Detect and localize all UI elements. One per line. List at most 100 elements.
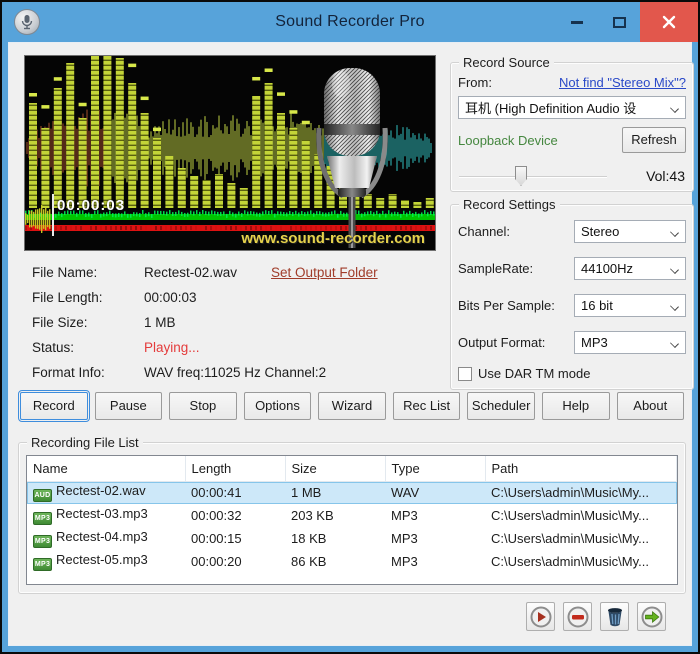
- export-file-button[interactable]: [637, 602, 666, 631]
- cell-name: Rectest-02.wav: [56, 483, 146, 498]
- stop-file-button[interactable]: [563, 602, 592, 631]
- samplerate-select[interactable]: 44100Hz: [574, 257, 686, 280]
- chevron-down-icon: [670, 228, 679, 237]
- samplerate-value: 44100Hz: [581, 261, 633, 276]
- table-row[interactable]: AUD Rectest-02.wav 00:00:41 1 MB WAV C:\U…: [27, 481, 677, 504]
- cell-path: C:\Users\admin\Music\My...: [485, 504, 677, 527]
- from-label: From:: [458, 75, 492, 90]
- help-button[interactable]: Help: [542, 392, 610, 420]
- close-button[interactable]: [640, 2, 698, 42]
- cell-type: MP3: [385, 504, 485, 527]
- use-dar-tm-checkbox[interactable]: [458, 367, 472, 381]
- file-name-label: File Name:: [32, 265, 144, 280]
- refresh-button[interactable]: Refresh: [622, 127, 686, 153]
- file-size-label: File Size:: [32, 315, 144, 330]
- table-row[interactable]: MP3Rectest-03.mp3 00:00:32 203 KB MP3 C:…: [27, 504, 677, 527]
- record-source-title: Record Source: [459, 55, 554, 70]
- scheduler-button[interactable]: Scheduler: [467, 392, 535, 420]
- cell-name: Rectest-05.mp3: [56, 552, 148, 567]
- file-size-value: 1 MB: [144, 315, 176, 330]
- cell-size: 18 KB: [285, 527, 385, 550]
- app-window: Sound Recorder Pro: [0, 0, 700, 654]
- cell-size: 1 MB: [285, 481, 385, 504]
- column-header-type[interactable]: Type: [385, 456, 485, 481]
- chevron-down-icon: [670, 104, 679, 113]
- record-button[interactable]: Record: [20, 392, 88, 420]
- cell-type: WAV: [385, 481, 485, 504]
- audio-file-icon: MP3: [33, 558, 52, 571]
- audio-file-icon: AUD: [33, 489, 52, 502]
- file-length-label: File Length:: [32, 290, 144, 305]
- file-info-panel: File Name: Rectest-02.wav Set Output Fol…: [32, 260, 436, 385]
- output-format-select[interactable]: MP3: [574, 331, 686, 354]
- column-header-size[interactable]: Size: [285, 456, 385, 481]
- channel-value: Stereo: [581, 224, 619, 239]
- cell-size: 86 KB: [285, 550, 385, 573]
- toolbar: Record Pause Stop Options Wizard Rec Lis…: [20, 392, 684, 420]
- export-arrow-icon: [641, 606, 663, 628]
- audio-file-icon: MP3: [33, 535, 52, 548]
- chevron-down-icon: [670, 339, 679, 348]
- output-format-label: Output Format:: [458, 335, 545, 350]
- delete-file-button[interactable]: [600, 602, 629, 631]
- recording-file-list-group: Recording File List Name Length Size Typ…: [18, 442, 686, 594]
- status-value: Playing...: [144, 340, 200, 355]
- volume-slider-thumb[interactable]: [515, 166, 527, 186]
- cell-length: 00:00:20: [185, 550, 285, 573]
- status-label: Status:: [32, 340, 144, 355]
- table-row[interactable]: MP3 Rectest-05.mp3 00:00:20 86 KB MP3 C:\…: [27, 550, 677, 573]
- bits-per-sample-select[interactable]: 16 bit: [574, 294, 686, 317]
- table-row[interactable]: MP3Rectest-04.mp3 00:00:15 18 KB MP3 C:\…: [27, 527, 677, 550]
- channel-label: Channel:: [458, 224, 510, 239]
- use-dar-tm-label: Use DAR TM mode: [478, 366, 590, 381]
- file-length-value: 00:00:03: [144, 290, 197, 305]
- elapsed-time: 00:00:03: [57, 197, 125, 214]
- column-header-path[interactable]: Path: [485, 456, 677, 481]
- channel-select[interactable]: Stereo: [574, 220, 686, 243]
- samplerate-label: SampleRate:: [458, 261, 533, 276]
- cell-length: 00:00:32: [185, 504, 285, 527]
- playback-icon-bar: [526, 602, 666, 631]
- rec-list-button[interactable]: Rec List: [393, 392, 461, 420]
- close-icon: [662, 15, 676, 29]
- recording-file-list-title: Recording File List: [27, 435, 143, 450]
- volume-value: Vol:43: [646, 168, 685, 184]
- client-area: 00:00:03 www.sound-recorder.com Record S…: [8, 42, 692, 646]
- play-file-button[interactable]: [526, 602, 555, 631]
- website-watermark: www.sound-recorder.com: [241, 230, 425, 247]
- maximize-button[interactable]: [598, 2, 640, 42]
- playback-cursor: [52, 194, 54, 236]
- column-header-name[interactable]: Name: [27, 456, 185, 481]
- cell-name: Rectest-03.mp3: [56, 506, 148, 521]
- cell-path: C:\Users\admin\Music\My...: [485, 481, 677, 504]
- window-controls: [556, 2, 698, 42]
- options-button[interactable]: Options: [244, 392, 312, 420]
- microphone-image: [319, 68, 385, 248]
- stereo-mix-help-link[interactable]: Not find "Stereo Mix"?: [559, 75, 686, 90]
- record-settings-group: Record Settings Channel: Stereo SampleRa…: [450, 204, 694, 390]
- play-icon: [530, 606, 552, 628]
- wizard-button[interactable]: Wizard: [318, 392, 386, 420]
- loopback-device-label: Loopback Device: [458, 133, 558, 148]
- cell-type: MP3: [385, 550, 485, 573]
- audio-file-icon: MP3: [33, 512, 52, 525]
- cell-path: C:\Users\admin\Music\My...: [485, 550, 677, 573]
- record-device-select[interactable]: 耳机 (High Definition Audio 设: [458, 96, 686, 119]
- table-header-row: Name Length Size Type Path: [27, 456, 677, 481]
- volume-slider-track[interactable]: [459, 176, 607, 178]
- pause-button[interactable]: Pause: [95, 392, 163, 420]
- title-bar: Sound Recorder Pro: [2, 2, 698, 42]
- cell-length: 00:00:15: [185, 527, 285, 550]
- format-info-value: WAV freq:11025 Hz Channel:2: [144, 365, 326, 380]
- minimize-button[interactable]: [556, 2, 598, 42]
- stop-button[interactable]: Stop: [169, 392, 237, 420]
- bits-per-sample-label: Bits Per Sample:: [458, 298, 555, 313]
- format-info-label: Format Info:: [32, 365, 144, 380]
- file-name-value: Rectest-02.wav: [144, 265, 237, 280]
- set-output-folder-link[interactable]: Set Output Folder: [271, 265, 378, 280]
- cell-length: 00:00:41: [185, 481, 285, 504]
- about-button[interactable]: About: [617, 392, 685, 420]
- file-list-table: Name Length Size Type Path AUD Rectest-02…: [26, 455, 678, 585]
- column-header-length[interactable]: Length: [185, 456, 285, 481]
- visualizer-graphics: [25, 56, 435, 250]
